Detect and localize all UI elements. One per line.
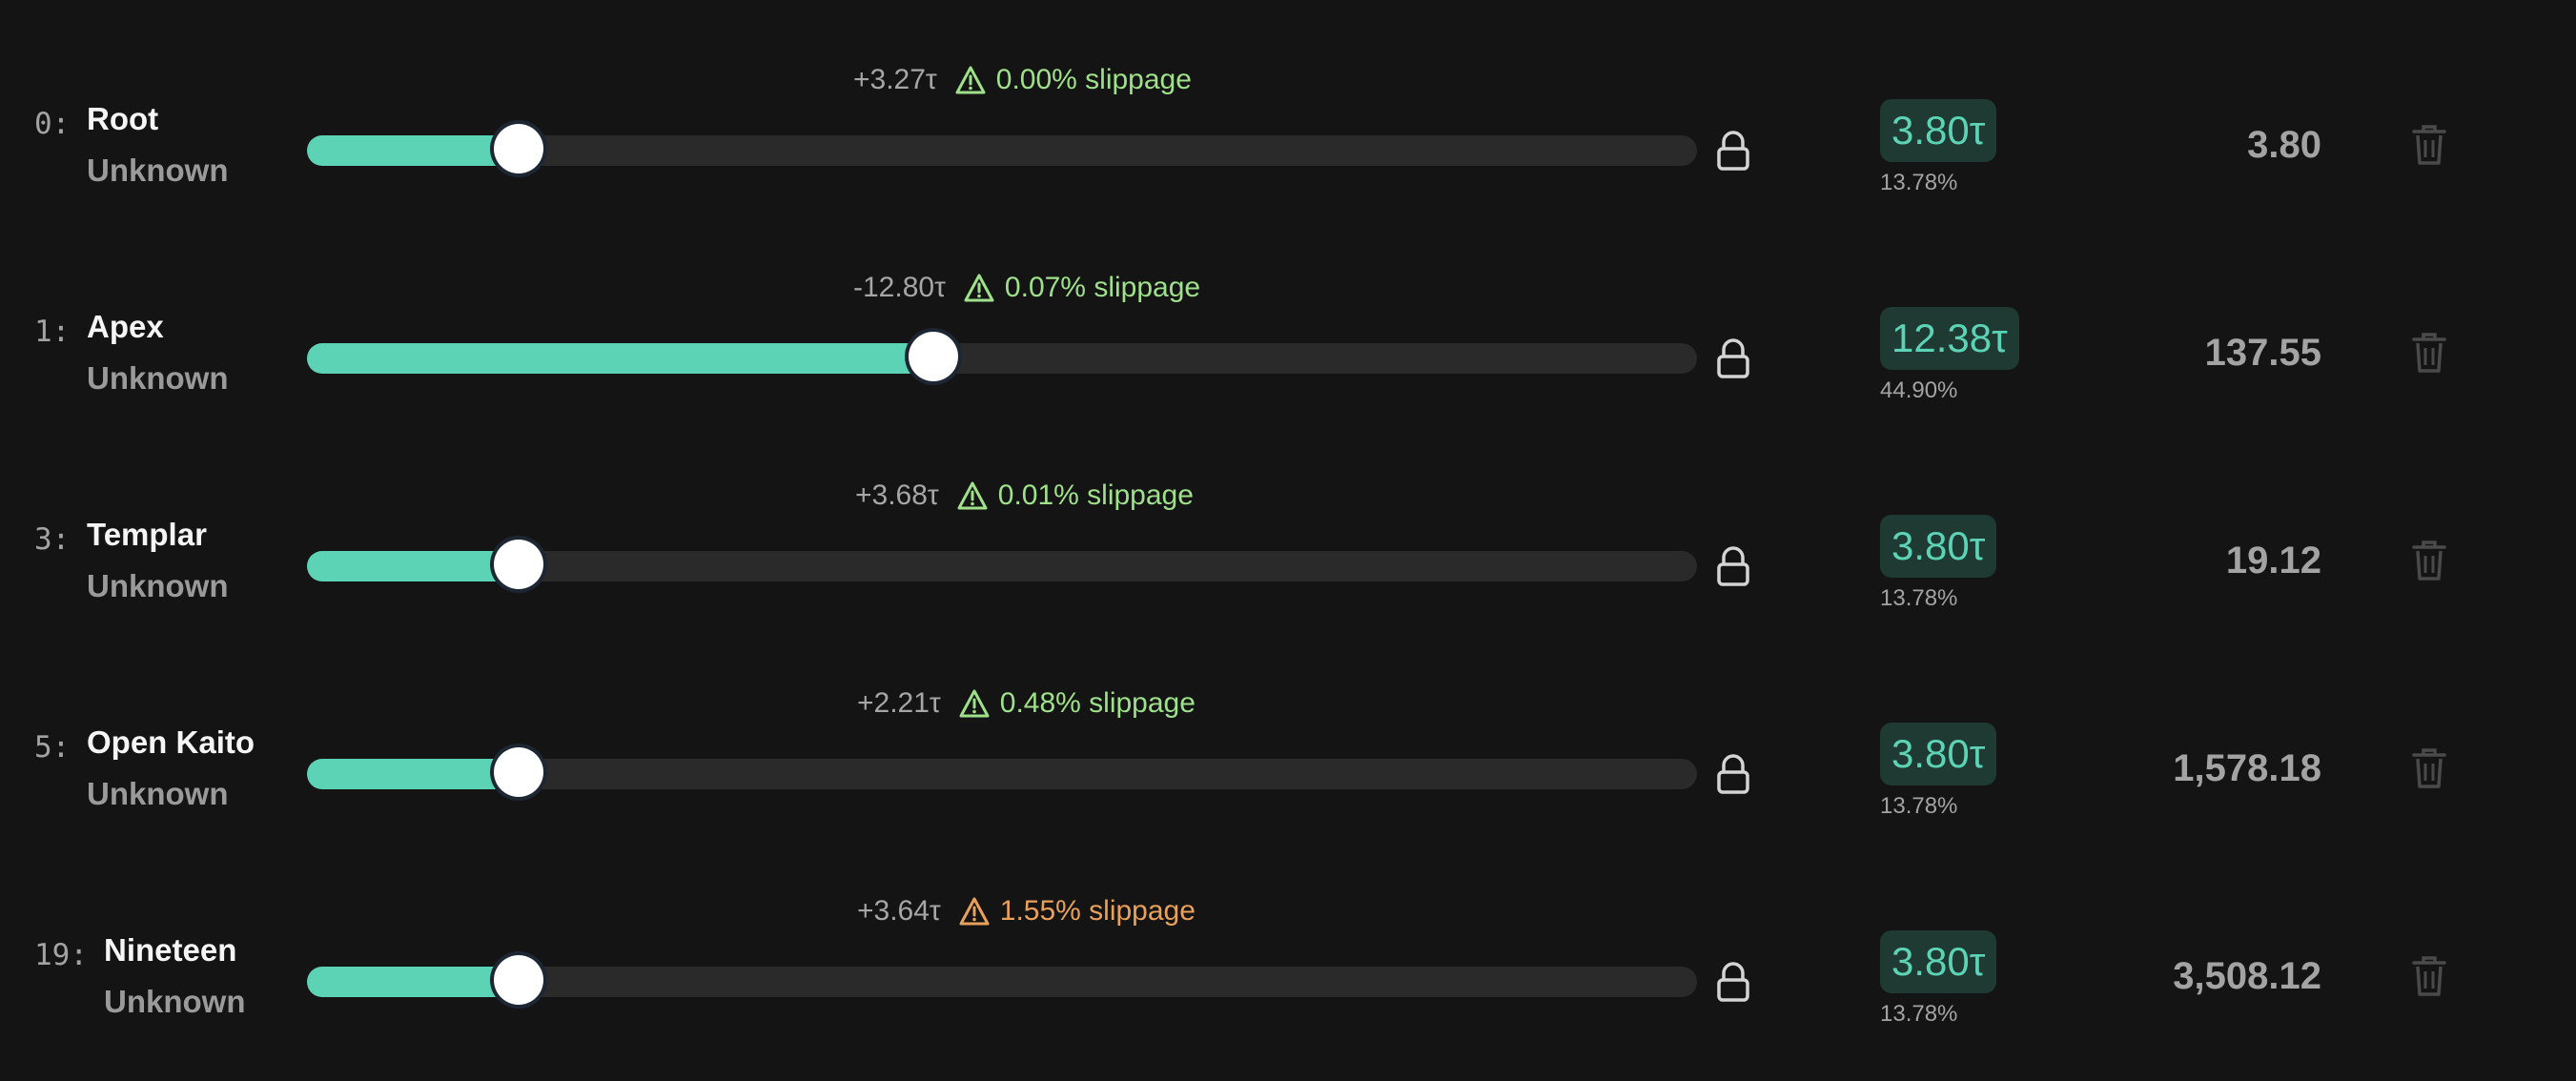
- allocation-slider-fill: [307, 759, 519, 789]
- slippage-text: 0.48% slippage: [999, 687, 1196, 719]
- stake-percent: 44.90%: [1880, 377, 1958, 403]
- stake-delta: +3.68τ: [855, 479, 939, 511]
- stake-percent: 13.78%: [1880, 1001, 1958, 1027]
- subnet-netuid: 5:: [34, 730, 71, 765]
- stake-amount-chip: 3.80τ: [1880, 930, 1997, 993]
- position-value: 3,508.12: [2173, 955, 2321, 997]
- lock-icon[interactable]: [1716, 337, 1750, 379]
- stake-delta: +3.27τ: [853, 64, 937, 95]
- stake-percent: 13.78%: [1880, 585, 1958, 611]
- stake-percent: 13.78%: [1880, 793, 1958, 819]
- allocation-slider[interactable]: [307, 540, 1697, 589]
- trash-icon[interactable]: [2412, 955, 2446, 997]
- allocation-slider-thumb[interactable]: [494, 747, 543, 797]
- allocation-slider-thumb[interactable]: [494, 124, 543, 173]
- subnet-owner: Unknown: [87, 776, 229, 811]
- subnet-row: 5: Open Kaito Unknown +2.21τ 0.48% slipp…: [0, 623, 2576, 831]
- trash-icon[interactable]: [2412, 124, 2446, 166]
- stake-amount-chip: 3.80τ: [1880, 515, 1997, 578]
- subnet-owner: Unknown: [104, 984, 246, 1019]
- stake-percent: 13.78%: [1880, 170, 1958, 195]
- lock-icon[interactable]: [1716, 961, 1750, 1003]
- allocation-slider[interactable]: [307, 955, 1697, 1005]
- lock-icon[interactable]: [1716, 130, 1750, 172]
- warning-triangle-icon: [955, 66, 986, 94]
- warning-triangle-icon: [959, 689, 990, 718]
- allocation-slider-thumb[interactable]: [494, 955, 543, 1005]
- subnet-owner: Unknown: [87, 568, 229, 603]
- subnet-netuid: 3:: [34, 522, 71, 557]
- slippage-text: 0.07% slippage: [1004, 272, 1201, 303]
- subnet-netuid: 1:: [34, 315, 71, 349]
- warning-triangle-icon: [959, 897, 990, 926]
- delta-slippage-line: +3.64τ 1.55% slippage: [857, 890, 1196, 932]
- position-value: 1,578.18: [2173, 747, 2321, 789]
- trash-icon[interactable]: [2412, 332, 2446, 374]
- subnet-name: Apex: [87, 309, 164, 344]
- allocation-slider-fill: [307, 343, 933, 374]
- subnet-name: Root: [87, 101, 159, 136]
- subnet-owner: Unknown: [87, 360, 229, 396]
- allocation-slider-fill: [307, 551, 519, 581]
- position-value: 3.80: [2247, 124, 2321, 166]
- stake-delta: -12.80τ: [853, 272, 946, 303]
- delta-slippage-line: -12.80τ 0.07% slippage: [853, 267, 1200, 309]
- subnet-row: 1: Apex Unknown -12.80τ 0.07% slippage 1…: [0, 208, 2576, 416]
- position-value: 137.55: [2204, 332, 2321, 374]
- slippage-text: 0.01% slippage: [997, 479, 1194, 511]
- delta-slippage-line: +2.21τ 0.48% slippage: [857, 683, 1196, 724]
- stake-delta: +2.21τ: [857, 687, 941, 719]
- subnet-row: 3: Templar Unknown +3.68τ 0.01% slippage…: [0, 416, 2576, 623]
- delta-slippage-line: +3.27τ 0.00% slippage: [853, 59, 1192, 101]
- slippage-text: 0.00% slippage: [995, 64, 1192, 95]
- allocation-slider-fill: [307, 967, 519, 997]
- stake-amount-chip: 3.80τ: [1880, 99, 1997, 162]
- warning-triangle-icon: [957, 481, 988, 510]
- slippage-text: 1.55% slippage: [999, 895, 1196, 927]
- allocation-slider[interactable]: [307, 747, 1697, 797]
- lock-icon[interactable]: [1716, 545, 1750, 587]
- stake-amount-chip: 3.80τ: [1880, 723, 1997, 785]
- allocation-slider-fill: [307, 135, 519, 166]
- stake-amount-chip: 12.38τ: [1880, 307, 2019, 370]
- subnet-owner: Unknown: [87, 153, 229, 188]
- trash-icon[interactable]: [2412, 540, 2446, 581]
- subnet-name: Templar: [87, 517, 207, 552]
- delta-slippage-line: +3.68τ 0.01% slippage: [855, 475, 1194, 517]
- trash-icon[interactable]: [2412, 747, 2446, 789]
- subnet-name: Nineteen: [104, 932, 237, 968]
- warning-triangle-icon: [964, 274, 994, 302]
- allocation-slider[interactable]: [307, 332, 1697, 381]
- subnet-netuid: 0:: [34, 107, 71, 141]
- allocation-slider-thumb[interactable]: [494, 540, 543, 589]
- allocation-slider-thumb[interactable]: [909, 332, 958, 381]
- subnet-row: 0: Root Unknown +3.27τ 0.00% slippage 3.…: [0, 0, 2576, 208]
- stake-delta: +3.64τ: [857, 895, 941, 927]
- position-value: 19.12: [2225, 540, 2321, 581]
- subnet-row: 19: Nineteen Unknown +3.64τ 1.55% slippa…: [0, 831, 2576, 1039]
- subnet-netuid: 19:: [34, 938, 88, 972]
- allocation-slider[interactable]: [307, 124, 1697, 173]
- subnet-name: Open Kaito: [87, 724, 256, 760]
- lock-icon[interactable]: [1716, 753, 1750, 795]
